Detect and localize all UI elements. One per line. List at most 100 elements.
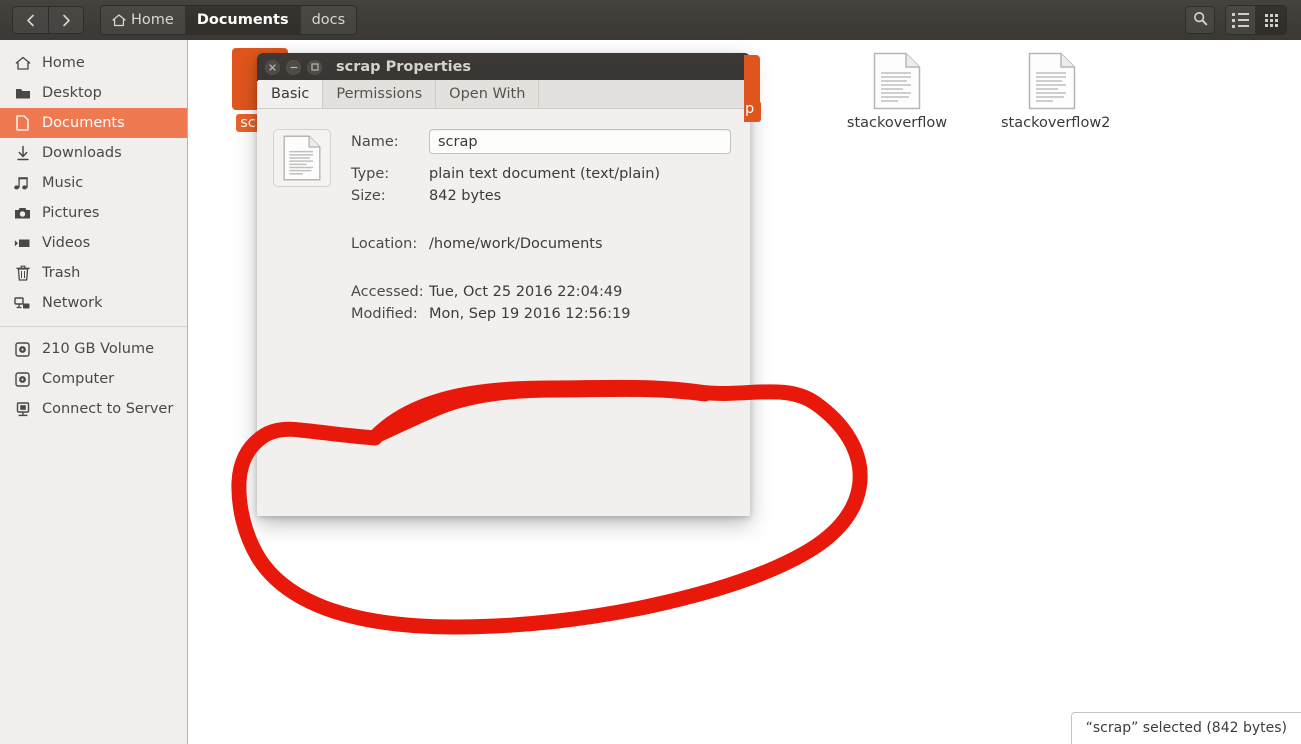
- sidebar-item-music[interactable]: Music: [0, 168, 187, 198]
- breadcrumb-item-home[interactable]: Home: [101, 6, 186, 34]
- sidebar-item-connect-to-server[interactable]: Connect to Server: [0, 394, 187, 424]
- maximize-button[interactable]: [307, 59, 322, 75]
- sidebar-item-label: Connect to Server: [42, 401, 174, 417]
- property-row-size: Size: 842 bytes: [351, 185, 731, 207]
- sidebar-item-trash[interactable]: Trash: [0, 258, 187, 288]
- minimize-icon: [289, 66, 298, 68]
- chevron-right-icon: [62, 14, 70, 26]
- sidebar-item-downloads[interactable]: Downloads: [0, 138, 187, 168]
- file-icon-button[interactable]: [273, 129, 331, 187]
- tab-open-with[interactable]: Open With: [436, 80, 540, 108]
- close-button[interactable]: [265, 59, 280, 75]
- file-icon-container: [842, 48, 952, 110]
- property-row-accessed: Accessed: Tue, Oct 25 2016 22:04:49: [351, 281, 731, 303]
- file-name-label: stackoverflow: [846, 115, 948, 131]
- grid-view-button[interactable]: [1256, 6, 1286, 34]
- minimize-button[interactable]: [286, 59, 301, 75]
- document-icon: [14, 115, 31, 132]
- sidebar-item-desktop[interactable]: Desktop: [0, 78, 187, 108]
- type-label: Type:: [351, 166, 390, 182]
- view-mode-switcher: [1225, 5, 1287, 35]
- sidebar-item-home[interactable]: Home: [0, 48, 187, 78]
- sidebar-item-label: 210 GB Volume: [42, 341, 155, 357]
- sidebar-item-label: Downloads: [42, 145, 122, 161]
- close-icon: [269, 63, 276, 71]
- video-camera-icon: [14, 235, 31, 252]
- sidebar-item-label: Desktop: [42, 85, 102, 101]
- size-value: 842 bytes: [429, 188, 502, 204]
- properties-section: Name: Type: plain text document (text/pl…: [271, 127, 731, 325]
- properties-dialog: scrap Properties Basic Permissions Open …: [257, 53, 750, 516]
- file-name-label-sliver: p: [744, 101, 761, 122]
- search-button[interactable]: [1185, 6, 1215, 34]
- breadcrumb-label: Documents: [196, 12, 289, 28]
- home-icon: [112, 13, 126, 27]
- status-bar: “scrap” selected (842 bytes): [1070, 712, 1301, 744]
- file-icon-container: [997, 48, 1107, 110]
- navigation-buttons: [12, 6, 84, 34]
- dialog-title-bar[interactable]: scrap Properties: [257, 53, 750, 81]
- top-toolbar: Home Documents docs: [0, 0, 1301, 40]
- sidebar-item-label: Pictures: [42, 205, 100, 221]
- breadcrumb-item-documents[interactable]: Documents: [185, 6, 301, 34]
- maximize-icon: [310, 63, 319, 71]
- file-name-label: stackoverflow2: [1001, 115, 1111, 131]
- search-icon: [1193, 11, 1208, 30]
- sidebar-item-label: Videos: [42, 235, 91, 251]
- properties-table: Name: Type: plain text document (text/pl…: [351, 127, 731, 325]
- status-text: “scrap” selected (842 bytes): [1085, 720, 1287, 736]
- property-row-name: Name:: [351, 127, 731, 156]
- accessed-label: Accessed:: [351, 284, 424, 300]
- sidebar-item-label: Music: [42, 175, 84, 191]
- camera-icon: [14, 205, 31, 222]
- server-icon: [14, 401, 31, 418]
- location-label: Location:: [351, 236, 418, 252]
- grid-view-icon: [1264, 13, 1278, 27]
- sidebar-item-documents[interactable]: Documents: [0, 108, 187, 138]
- drive-icon: [14, 371, 31, 388]
- breadcrumb-label: Home: [131, 12, 174, 28]
- dialog-tab-bar: Basic Permissions Open With: [257, 80, 750, 109]
- back-button[interactable]: [12, 6, 48, 34]
- breadcrumb: Home Documents docs: [100, 5, 358, 35]
- size-label: Size:: [351, 188, 386, 204]
- sidebar-item-volume[interactable]: 210 GB Volume: [0, 334, 187, 364]
- accessed-value: Tue, Oct 25 2016 22:04:49: [429, 284, 623, 300]
- sidebar-item-label: Home: [42, 55, 85, 71]
- tab-label: Basic: [271, 86, 310, 102]
- home-icon: [14, 55, 31, 72]
- file-manager-window: Home Documents docs Home Desktop Documen…: [0, 0, 1301, 744]
- property-row-location: Location: /home/work/Documents: [351, 233, 731, 255]
- file-item-stackoverflow2[interactable]: stackoverflow2: [997, 48, 1110, 132]
- sidebar-item-pictures[interactable]: Pictures: [0, 198, 187, 228]
- file-item-stackoverflow[interactable]: stackoverflow: [842, 48, 952, 132]
- drive-icon: [14, 341, 31, 358]
- breadcrumb-item-docs[interactable]: docs: [300, 6, 357, 34]
- chevron-left-icon: [27, 14, 34, 26]
- forward-button[interactable]: [48, 6, 84, 34]
- sidebar-item-label: Trash: [42, 265, 81, 281]
- sidebar-item-label: Computer: [42, 371, 115, 387]
- text-document-icon: [873, 52, 921, 110]
- list-view-button[interactable]: [1226, 6, 1256, 34]
- dialog-title: scrap Properties: [336, 59, 472, 75]
- toolbar-right-controls: [1185, 5, 1293, 35]
- tab-permissions[interactable]: Permissions: [323, 80, 437, 108]
- name-label: Name:: [351, 133, 399, 150]
- list-view-icon: [1232, 12, 1249, 28]
- tab-label: Permissions: [336, 86, 423, 102]
- name-input[interactable]: [429, 129, 731, 154]
- sidebar-item-videos[interactable]: Videos: [0, 228, 187, 258]
- folder-icon: [14, 85, 31, 102]
- sidebar-item-network[interactable]: Network: [0, 288, 187, 318]
- trash-icon: [14, 265, 31, 282]
- text-document-icon: [283, 135, 321, 181]
- breadcrumb-label: docs: [311, 12, 346, 28]
- tab-label: Open With: [449, 86, 526, 102]
- tab-basic[interactable]: Basic: [258, 80, 324, 108]
- network-icon: [14, 295, 31, 312]
- sidebar-item-computer[interactable]: Computer: [0, 364, 187, 394]
- download-icon: [14, 145, 31, 162]
